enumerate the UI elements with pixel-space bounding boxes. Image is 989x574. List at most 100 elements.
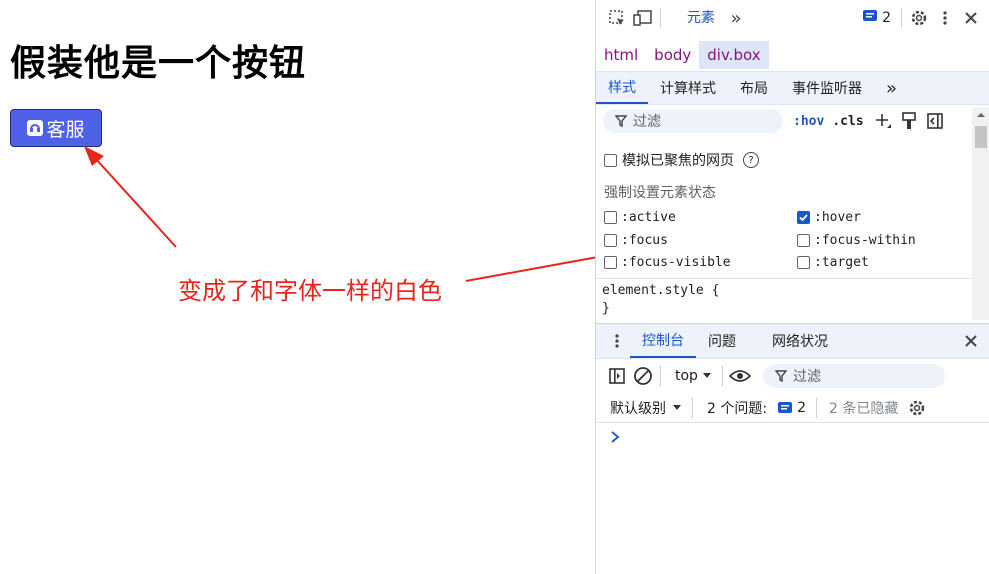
state-focus-within-label: :focus-within xyxy=(814,233,916,248)
dropdown-arrow-icon xyxy=(673,405,681,410)
emulate-focus-row[interactable]: 模拟已聚焦的网页 ? xyxy=(604,150,759,170)
inspect-element-icon[interactable] xyxy=(604,5,630,31)
issues-count-value: 2 xyxy=(882,10,891,26)
state-active[interactable]: :active xyxy=(604,210,676,225)
breadcrumb: html body div.box xyxy=(596,40,989,70)
drawer-tabs: 控制台 问题 网络状况 xyxy=(596,323,989,359)
focus-checkbox[interactable] xyxy=(604,234,617,247)
styles-subtabs: 样式 计算样式 布局 事件监听器 » xyxy=(596,71,989,105)
console-filter-input[interactable]: 过滤 xyxy=(762,364,945,388)
tab-console[interactable]: 控制台 xyxy=(630,324,696,358)
emulate-focus-label: 模拟已聚焦的网页 xyxy=(622,153,734,169)
state-hover-label: :hover xyxy=(814,210,861,225)
more-tabs-icon[interactable]: » xyxy=(723,5,749,31)
tab-computed[interactable]: 计算样式 xyxy=(648,72,728,104)
new-style-rule-icon[interactable] xyxy=(870,108,896,134)
state-focus-label: :focus xyxy=(621,233,668,248)
tab-event-listeners[interactable]: 事件监听器 xyxy=(780,72,874,104)
styles-filter-placeholder: 过滤 xyxy=(633,114,661,130)
tab-elements[interactable]: 元素 xyxy=(679,1,723,35)
devtools-toolbar: 元素 » 2 xyxy=(596,0,989,36)
state-focus-within[interactable]: :focus-within xyxy=(797,233,916,248)
breadcrumb-body[interactable]: body xyxy=(646,41,699,69)
dropdown-arrow-icon xyxy=(702,373,711,378)
help-icon[interactable]: ? xyxy=(743,152,759,168)
context-value: top xyxy=(675,368,698,384)
rule-selector: element.style { xyxy=(602,283,720,298)
more-subtabs-icon[interactable]: » xyxy=(874,72,909,104)
page-title: 假装他是一个按钮 xyxy=(10,43,307,84)
more-options-icon[interactable] xyxy=(932,5,958,31)
state-focus[interactable]: :focus xyxy=(604,233,668,248)
annotation-text: 变成了和字体一样的白色 xyxy=(178,277,442,305)
checkmark-icon xyxy=(798,213,808,221)
console-issues-button[interactable]: 2 xyxy=(777,400,806,416)
hidden-messages-count: 2 条已隐藏 xyxy=(829,401,899,417)
tab-network-conditions[interactable]: 网络状况 xyxy=(760,324,840,358)
styles-filter-row: 过滤 :hov .cls xyxy=(596,106,971,136)
filter-icon xyxy=(615,115,627,127)
console-issues-count: 2 xyxy=(797,400,806,416)
active-checkbox[interactable] xyxy=(604,211,617,224)
issues-label: 2 个问题: xyxy=(707,401,768,417)
console-sidebar-icon[interactable] xyxy=(604,363,630,389)
breadcrumb-div-box[interactable]: div.box xyxy=(699,41,769,69)
tab-issues[interactable]: 问题 xyxy=(696,324,748,358)
toolbar-separator xyxy=(660,8,661,28)
toolbar-separator xyxy=(692,398,693,418)
hover-checkbox-checked[interactable] xyxy=(797,211,810,224)
tab-layout[interactable]: 布局 xyxy=(728,72,780,104)
state-active-label: :active xyxy=(621,210,676,225)
issues-counter[interactable]: 2 xyxy=(862,8,891,28)
drawer-menu-icon[interactable] xyxy=(604,328,630,354)
console-toolbar: top 过滤 xyxy=(596,360,989,392)
focus-within-checkbox[interactable] xyxy=(797,234,810,247)
state-focus-visible-label: :focus-visible xyxy=(621,255,731,270)
web-page: 假装他是一个按钮 客服 变成了和字体一样的白色 xyxy=(0,0,595,574)
toolbar-separator xyxy=(901,8,902,28)
rule-divider xyxy=(596,278,972,279)
filter-icon xyxy=(774,370,787,382)
message-icon xyxy=(778,402,793,413)
scroll-up-arrow-icon[interactable] xyxy=(972,108,989,122)
live-expression-eye-icon[interactable] xyxy=(727,363,753,389)
styles-filter-input[interactable]: 过滤 xyxy=(603,109,783,133)
cls-toggle-button[interactable]: .cls xyxy=(832,114,863,129)
console-level-row: 默认级别 2 个问题: 2 2 条已隐藏 xyxy=(596,394,989,423)
breadcrumb-html[interactable]: html xyxy=(596,41,646,69)
emulate-focus-checkbox[interactable] xyxy=(604,153,617,167)
tab-styles[interactable]: 样式 xyxy=(596,72,648,104)
element-style-rule[interactable]: element.style { } xyxy=(602,282,719,318)
log-level-value: 默认级别 xyxy=(610,401,666,417)
console-filter-placeholder: 过滤 xyxy=(792,369,821,385)
state-focus-visible[interactable]: :focus-visible xyxy=(604,255,731,270)
context-select[interactable]: top xyxy=(675,368,712,384)
message-icon xyxy=(862,8,878,28)
clear-console-icon[interactable] xyxy=(630,363,656,389)
device-toolbar-icon[interactable] xyxy=(630,5,656,31)
console-prompt-chevron-icon[interactable] xyxy=(610,428,620,447)
hov-toggle-button[interactable]: :hov xyxy=(793,114,824,129)
headset-icon xyxy=(27,120,44,136)
toolbar-separator xyxy=(721,366,723,386)
customer-service-button[interactable]: 客服 xyxy=(10,109,102,147)
rule-close-brace: } xyxy=(602,301,610,316)
close-drawer-icon[interactable] xyxy=(958,328,984,354)
state-target[interactable]: :target xyxy=(797,255,869,270)
paint-brush-icon[interactable] xyxy=(896,108,922,134)
console-settings-gear-icon[interactable] xyxy=(904,395,930,421)
customer-service-label: 客服 xyxy=(46,118,85,141)
toolbar-separator xyxy=(660,366,661,386)
styles-scrollbar[interactable] xyxy=(972,108,989,320)
force-state-label: 强制设置元素状态 xyxy=(604,185,716,201)
toolbar-separator xyxy=(816,398,817,418)
target-checkbox[interactable] xyxy=(797,256,810,269)
focus-visible-checkbox[interactable] xyxy=(604,256,617,269)
toggle-sidebar-icon[interactable] xyxy=(922,108,948,134)
state-hover[interactable]: :hover xyxy=(797,210,861,225)
scroll-thumb[interactable] xyxy=(975,126,987,148)
log-level-select[interactable]: 默认级别 xyxy=(610,398,682,418)
close-devtools-icon[interactable] xyxy=(958,5,984,31)
devtools-panel: 元素 » 2 html body div.box 样式 计算样式 布局 事件监听… xyxy=(595,0,989,574)
settings-gear-icon[interactable] xyxy=(906,5,932,31)
